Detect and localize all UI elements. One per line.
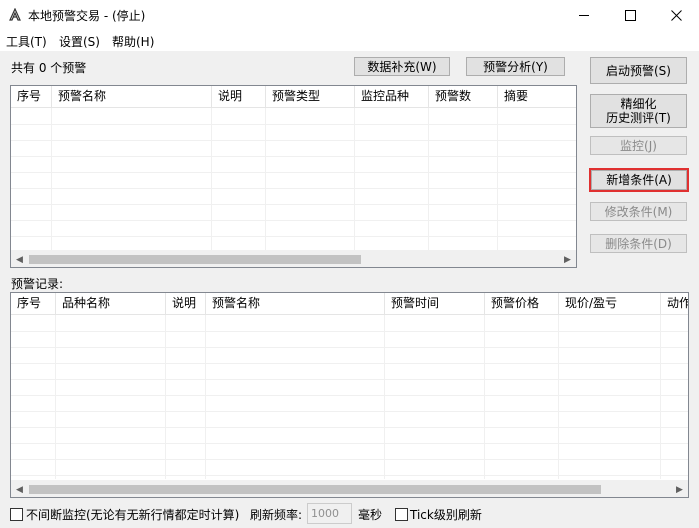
col-rec-action[interactable]: 动作 [661, 293, 688, 315]
col-rec-alert-time[interactable]: 预警时间 [385, 293, 485, 315]
continuous-monitor-label: 不间断监控(无论有无新行情都定时计算) [26, 508, 240, 522]
records-table-scroll-thumb[interactable] [29, 485, 601, 494]
scroll-left-icon[interactable]: ◀ [11, 251, 28, 267]
add-condition-button[interactable]: 新增条件(A) [589, 168, 689, 192]
alert-table-hscroll[interactable]: ◀ ▶ [11, 250, 576, 267]
alert-table-scroll-thumb[interactable] [29, 255, 361, 264]
col-rec-price-pnl[interactable]: 现价/盈亏 [559, 293, 661, 315]
col-monitor-symbol[interactable]: 监控品种 [355, 86, 429, 108]
alert-count-label: 共有 0 个预警 [11, 61, 87, 75]
menu-bar: 工具(T) 设置(S) 帮助(H) [0, 31, 699, 51]
history-backtest-button[interactable]: 精细化 历史测评(T) [590, 94, 687, 128]
title-bar: 本地预警交易 - (停止) [0, 0, 699, 31]
close-icon [670, 10, 682, 21]
history-backtest-line2: 历史测评(T) [606, 111, 671, 125]
minimize-button[interactable] [561, 0, 607, 31]
history-backtest-line1: 精细化 [620, 97, 657, 111]
scroll-right-icon[interactable]: ▶ [559, 251, 576, 267]
col-description[interactable]: 说明 [212, 86, 266, 108]
refresh-rate-input[interactable]: 1000 [307, 503, 352, 524]
col-alert-name[interactable]: 预警名称 [52, 86, 212, 108]
ms-unit-label: 毫秒 [358, 508, 383, 522]
alert-table-header: 序号 预警名称 说明 预警类型 监控品种 预警数 摘要 [11, 86, 576, 108]
tick-refresh-label: Tick级别刷新 [410, 508, 482, 522]
data-supplement-button[interactable]: 数据补充(W) [354, 57, 450, 76]
menu-tools[interactable]: 工具(T) [6, 33, 47, 50]
alert-records-table[interactable]: 序号 品种名称 说明 预警名称 预警时间 预警价格 现价/盈亏 动作 ◀ ▶ [10, 292, 689, 498]
tick-refresh-checkbox[interactable] [395, 508, 408, 521]
scroll-left-icon[interactable]: ◀ [11, 481, 28, 497]
delete-condition-button[interactable]: 删除条件(D) [590, 234, 687, 253]
maximize-icon [624, 10, 636, 21]
col-rec-description[interactable]: 说明 [166, 293, 206, 315]
minimize-icon [578, 15, 589, 16]
modify-condition-button[interactable]: 修改条件(M) [590, 202, 687, 221]
col-alert-count[interactable]: 预警数 [429, 86, 498, 108]
records-table-hscroll[interactable]: ◀ ▶ [11, 480, 688, 497]
col-rec-alert-name[interactable]: 预警名称 [206, 293, 385, 315]
menu-settings[interactable]: 设置(S) [59, 33, 100, 50]
col-index[interactable]: 序号 [11, 86, 52, 108]
alert-list-table[interactable]: 序号 预警名称 说明 预警类型 监控品种 预警数 摘要 ◀ ▶ [10, 85, 577, 268]
start-alert-button[interactable]: 启动预警(S) [590, 57, 687, 84]
monitor-button[interactable]: 监控(J) [590, 136, 687, 155]
records-label: 预警记录: [11, 277, 64, 291]
menu-help[interactable]: 帮助(H) [112, 33, 154, 50]
alert-analysis-button[interactable]: 预警分析(Y) [466, 57, 565, 76]
col-summary[interactable]: 摘要 [498, 86, 576, 108]
app-icon [9, 8, 21, 21]
refresh-rate-label: 刷新频率: [250, 508, 303, 522]
close-button[interactable] [653, 0, 699, 31]
col-rec-alert-price[interactable]: 预警价格 [485, 293, 559, 315]
continuous-monitor-checkbox[interactable] [10, 508, 23, 521]
col-alert-type[interactable]: 预警类型 [266, 86, 355, 108]
maximize-button[interactable] [607, 0, 653, 31]
scroll-right-icon[interactable]: ▶ [671, 481, 688, 497]
col-rec-symbol-name[interactable]: 品种名称 [56, 293, 166, 315]
window-title: 本地预警交易 - (停止) [28, 9, 146, 23]
col-rec-index[interactable]: 序号 [11, 293, 56, 315]
records-table-header: 序号 品种名称 说明 预警名称 预警时间 预警价格 现价/盈亏 动作 [11, 293, 688, 315]
